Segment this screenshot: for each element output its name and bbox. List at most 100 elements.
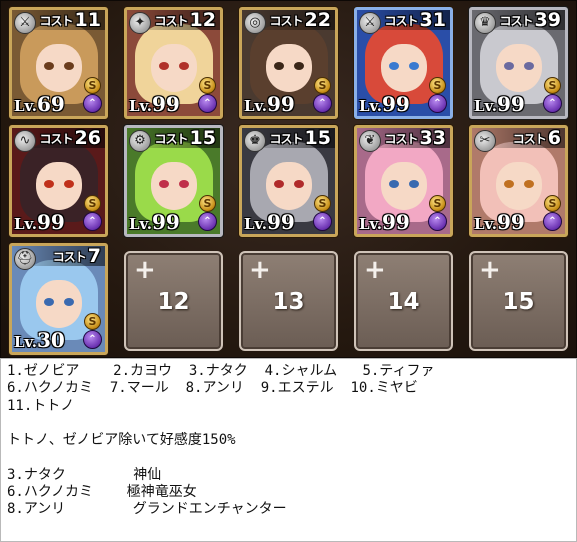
unit-card-9[interactable]: コスト 33 ❦ Lv.99 S ⌃	[354, 125, 453, 237]
cost-value: 39	[534, 9, 561, 31]
cost-label: コスト	[269, 131, 304, 146]
level-display: Lv.99	[474, 210, 525, 234]
skill-s-badge-icon: S	[544, 195, 561, 212]
skill-s-badge-icon: S	[84, 77, 101, 94]
level-display: Lv.99	[14, 210, 65, 234]
awaken-chevron-icon: ⌃	[543, 94, 562, 113]
wing-icon: ❦	[359, 130, 381, 152]
skill-s-badge-icon: S	[544, 77, 561, 94]
cost-label: コスト	[154, 131, 189, 146]
level-value: 99	[266, 210, 295, 234]
level-prefix: Lv.	[14, 97, 37, 115]
awaken-chevron-icon: ⌃	[83, 212, 102, 231]
crown-icon: ♚	[244, 130, 266, 152]
notes-line: 6.ハクノカミ 7.マール 8.アンリ 9.エステル 10.ミヤビ	[7, 380, 418, 397]
empty-slot-14[interactable]: + 14	[354, 251, 453, 351]
cost-value: 7	[87, 245, 101, 267]
awaken-chevron-icon: ⌃	[83, 94, 102, 113]
unit-card-1[interactable]: コスト 11 ⚔ Lv.69 S ⌃	[9, 7, 108, 119]
unit-card-8[interactable]: コスト 15 ♚ Lv.99 S ⌃	[239, 125, 338, 237]
level-prefix: Lv.	[14, 215, 37, 233]
notes-line: 1.ゼノビア 2.カヨウ 3.ナタク 4.シャルム 5.ティファ	[7, 363, 435, 379]
skill-s-badge-icon: S	[314, 195, 331, 212]
level-prefix: Lv.	[129, 215, 152, 233]
cost-label: コスト	[384, 13, 419, 28]
level-prefix: Lv.	[474, 97, 497, 115]
level-value: 99	[381, 92, 410, 116]
notes-line: 8.アンリ グランドエンチャンター	[7, 501, 287, 518]
cost-label: コスト	[39, 13, 74, 28]
level-prefix: Lv.	[129, 97, 152, 115]
level-value: 99	[151, 210, 180, 234]
cost-label: コスト	[499, 13, 534, 28]
plus-icon: +	[479, 255, 501, 285]
empty-slot-15[interactable]: + 15	[469, 251, 568, 351]
unit-card-6[interactable]: コスト 26 ∿ Lv.99 S ⌃	[9, 125, 108, 237]
unit-card-10[interactable]: コスト 6 ✂ Lv.99 S ⌃	[469, 125, 568, 237]
unit-card-5[interactable]: コスト 39 ♛ Lv.99 S ⌃	[469, 7, 568, 119]
level-prefix: Lv.	[359, 97, 382, 115]
plus-icon: +	[249, 255, 271, 285]
awaken-chevron-icon: ⌃	[543, 212, 562, 231]
notes-line	[7, 449, 570, 466]
skill-s-badge-icon: S	[84, 195, 101, 212]
unit-card-3[interactable]: コスト 22 ◎ Lv.99 S ⌃	[239, 7, 338, 119]
unit-formation-board: コスト 11 ⚔ Lv.69 S ⌃ コスト 12 ✦ Lv.99 S ⌃ コスト 2…	[0, 0, 577, 358]
level-display: Lv.99	[129, 92, 180, 116]
feather-icon: ✦	[129, 12, 151, 34]
level-display: Lv.99	[474, 92, 525, 116]
plus-icon: +	[364, 255, 386, 285]
cost-label: コスト	[39, 131, 74, 146]
slot-number: 13	[272, 289, 305, 315]
level-value: 99	[151, 92, 180, 116]
cost-value: 12	[189, 9, 216, 31]
level-prefix: Lv.	[14, 333, 37, 351]
level-value: 99	[381, 210, 410, 234]
notes-line: トトノ、ゼノビア除いて好感度150%	[7, 432, 236, 449]
level-display: Lv.99	[244, 210, 295, 234]
dragon-icon: ♛	[474, 12, 496, 34]
cost-value: 11	[74, 9, 101, 31]
orb-icon: ◎	[244, 12, 266, 34]
awaken-chevron-icon: ⌃	[428, 212, 447, 231]
whip-icon: ∿	[14, 130, 36, 152]
cost-label: コスト	[384, 131, 419, 146]
plus-icon: +	[134, 255, 156, 285]
slot-number: 15	[502, 289, 535, 315]
unit-card-11[interactable]: コスト 7 ⛑ Lv.30 S ⌃	[9, 243, 108, 355]
empty-slot-12[interactable]: + 12	[124, 251, 223, 351]
skill-s-badge-icon: S	[84, 313, 101, 330]
skill-s-badge-icon: S	[199, 77, 216, 94]
unit-card-4[interactable]: コスト 31 ⚔ Lv.99 S ⌃	[354, 7, 453, 119]
level-display: Lv.99	[244, 92, 295, 116]
slot-number: 14	[387, 289, 420, 315]
notes-line: 6.ハクノカミ 極神竜巫女	[7, 484, 197, 501]
awaken-chevron-icon: ⌃	[313, 212, 332, 231]
notes-line: 11.トトノ	[7, 397, 75, 414]
notes-line	[7, 415, 570, 432]
cost-value: 22	[304, 9, 331, 31]
awaken-chevron-icon: ⌃	[198, 94, 217, 113]
unit-card-2[interactable]: コスト 12 ✦ Lv.99 S ⌃	[124, 7, 223, 119]
level-display: Lv.99	[359, 210, 410, 234]
level-value: 99	[496, 210, 525, 234]
empty-slot-13[interactable]: + 13	[239, 251, 338, 351]
slot-number: 12	[157, 289, 190, 315]
unit-card-7[interactable]: コスト 15 ⚙ Lv.99 S ⌃	[124, 125, 223, 237]
level-prefix: Lv.	[244, 97, 267, 115]
sword-icon: ⚔	[359, 12, 381, 34]
level-value: 30	[36, 328, 65, 352]
scissors-icon: ✂	[474, 130, 496, 152]
level-display: Lv.30	[14, 328, 65, 352]
level-prefix: Lv.	[359, 215, 382, 233]
level-prefix: Lv.	[474, 215, 497, 233]
cost-value: 15	[189, 127, 216, 149]
dagger-icon: ⚔	[14, 12, 36, 34]
cost-label: コスト	[52, 249, 87, 264]
awaken-chevron-icon: ⌃	[313, 94, 332, 113]
cost-value: 6	[547, 127, 561, 149]
cost-value: 15	[304, 127, 331, 149]
cost-value: 31	[419, 9, 446, 31]
skill-s-badge-icon: S	[314, 77, 331, 94]
helmet-icon: ⛑	[14, 248, 36, 270]
